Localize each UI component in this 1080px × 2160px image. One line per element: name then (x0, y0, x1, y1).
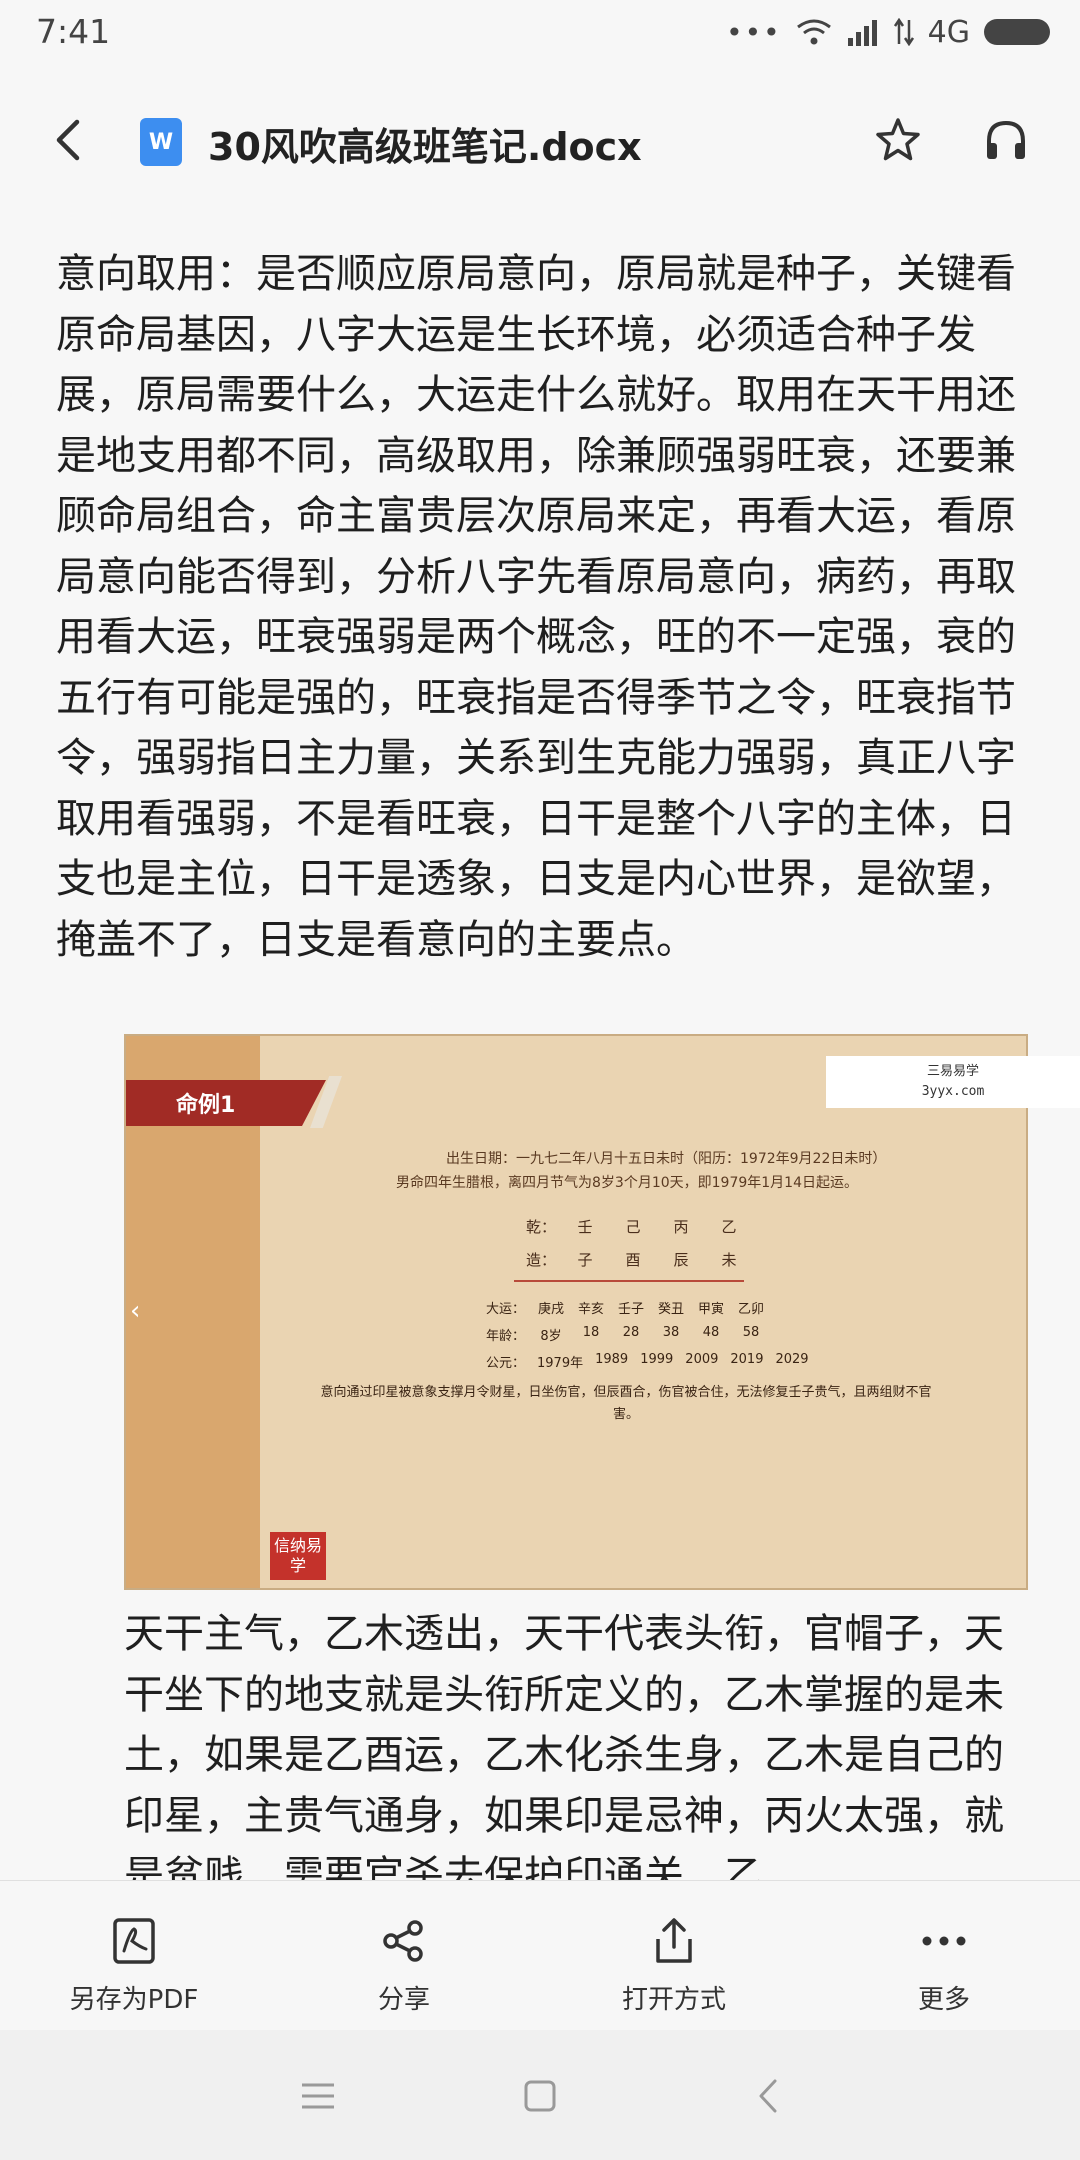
year-cell: 公元： (486, 1356, 526, 1371)
slide-logo: 信纳易学 (270, 1532, 326, 1580)
age-cell: 38 (662, 1325, 680, 1340)
age-cell: 18 (582, 1325, 600, 1340)
stem-cell: 壬 (577, 1218, 593, 1236)
branches-row: 造： 子 酉 辰 未 (526, 1249, 740, 1270)
stem-cell: 乙 (721, 1218, 737, 1236)
system-nav-bar (0, 2030, 1080, 2160)
year-cell: 1979年 (537, 1356, 584, 1371)
slide-luck-start-line: 男命四年生腊根，离四月节气为8岁3个月10天，即1979年1月14日起运。 (396, 1175, 858, 1191)
app-header: W 30风吹高级班笔记.docx (0, 90, 1080, 190)
word-doc-icon: W (140, 118, 182, 166)
year-cell: 1989 (595, 1352, 629, 1367)
year-row: 公元： 1979年 1989 1999 2009 2019 2029 (486, 1352, 809, 1371)
dayun-cell: 大运： (486, 1302, 526, 1317)
share-button[interactable]: 分享 (304, 1915, 504, 2025)
year-cell: 2019 (730, 1352, 764, 1367)
slide-birth-line: 出生日期：一九七二年八月十五日未时（阳历：1972年9月22日未时） (446, 1151, 887, 1167)
square-icon (524, 2080, 556, 2112)
stem-cell: 丙 (673, 1218, 689, 1236)
year-cell: 2009 (685, 1352, 719, 1367)
bottom-toolbar: 另存为PDF 分享 打开方式 更多 (0, 1880, 1080, 2030)
dayun-cell: 壬子 (618, 1302, 645, 1317)
more-dots-icon (918, 1915, 970, 1967)
headphones-icon (987, 120, 1025, 159)
stem-cell: 乾： (526, 1218, 557, 1236)
slide-prev-icon: ‹ (130, 1296, 141, 1326)
age-cell: 48 (702, 1325, 720, 1340)
paragraph: 意向取用：是否顺应原局意向，原局就是种子，关键看原命局基因，八字大运是生长环境，… (56, 251, 1016, 963)
favorite-button[interactable] (872, 112, 924, 168)
year-cell: 1999 (640, 1352, 674, 1367)
branch-cell: 子 (577, 1251, 593, 1269)
luck-pillars-table: 大运： 庚戌 辛亥 壬子 癸丑 甲寅 乙卯 年龄： 8岁 18 28 38 48… (486, 1298, 809, 1379)
slide-divider (514, 1280, 744, 1282)
dayun-cell: 癸丑 (658, 1302, 685, 1317)
status-icons: ••• 4G (726, 14, 1050, 50)
age-cell: 58 (742, 1325, 760, 1340)
slide-banner: 命例1 (126, 1080, 326, 1126)
document-viewer[interactable]: 意向取用：是否顺应原局意向，原局就是种子，关键看原命局基因，八字大运是生长环境，… (0, 230, 1080, 1880)
branch-cell: 造： (526, 1251, 557, 1269)
more-button[interactable]: 更多 (844, 1915, 1044, 2025)
open-with-label: 打开方式 (621, 1985, 726, 2015)
star-icon (876, 118, 920, 161)
share-label: 分享 (377, 1985, 430, 2015)
network-type: 4G (927, 14, 970, 50)
open-with-button[interactable]: 打开方式 (574, 1915, 774, 2025)
slide-note: 意向通过印星被意象支撑月令财星，日坐伤官，但辰酉合，伤官被合住，无法修复壬子贵气… (320, 1385, 932, 1422)
age-cell: 年龄： (486, 1329, 526, 1344)
paragraph: 天干主气，乙木透出，天干代表头衔，官帽子，天干坐下的地支就是头衔所定义的，乙木掌… (124, 1611, 1004, 1880)
save-as-pdf-label: 另存为PDF (69, 1985, 199, 2015)
dayun-row: 大运： 庚戌 辛亥 壬子 癸丑 甲寅 乙卯 (486, 1298, 809, 1317)
status-time: 7:41 (36, 12, 111, 51)
dayun-cell: 乙卯 (738, 1302, 765, 1317)
four-pillars: 乾： 壬 己 丙 乙 造： 子 酉 辰 未 (526, 1216, 740, 1282)
status-bar: 7:41 ••• 4G (0, 0, 1080, 66)
pdf-icon (108, 1915, 160, 1967)
system-back-button[interactable] (740, 2070, 796, 2122)
back-button[interactable] (44, 112, 92, 168)
embedded-slide-image: 命例1 ‹ 出生日期：一九七二年八月十五日未时（阳历：1972年9月22日未时）… (124, 1034, 1028, 1590)
recent-apps-button[interactable] (290, 2070, 346, 2122)
chevron-left-icon (56, 119, 80, 161)
data-transfer-icon (893, 18, 914, 46)
age-cell: 28 (622, 1325, 640, 1340)
watermark-name: 三易易学 (926, 1064, 979, 1079)
signal-icon (847, 20, 877, 46)
more-label: 更多 (917, 1985, 970, 2015)
dayun-cell: 甲寅 (698, 1302, 725, 1317)
upload-icon (648, 1915, 700, 1967)
branch-cell: 辰 (673, 1251, 689, 1269)
listen-button[interactable] (980, 112, 1032, 168)
more-notifications-icon: ••• (726, 15, 782, 49)
home-button[interactable] (512, 2070, 568, 2122)
document-title: 30风吹高级班笔记.docx (208, 125, 642, 169)
watermark: 三易易学 3yyx.com (826, 1056, 1080, 1108)
stem-cell: 己 (625, 1218, 641, 1236)
age-row: 年龄： 8岁 18 28 38 48 58 (486, 1325, 809, 1344)
branch-cell: 酉 (625, 1251, 641, 1269)
dayun-cell: 庚戌 (538, 1302, 565, 1317)
chevron-left-icon (759, 2079, 777, 2113)
stems-row: 乾： 壬 己 丙 乙 (526, 1216, 740, 1237)
share-icon (378, 1915, 430, 1967)
watermark-url: 3yyx.com (921, 1084, 985, 1099)
dayun-cell: 辛亥 (578, 1302, 605, 1317)
branch-cell: 未 (721, 1251, 737, 1269)
year-cell: 2029 (775, 1352, 809, 1367)
age-cell: 8岁 (540, 1329, 562, 1344)
wifi-icon (796, 19, 831, 45)
menu-icon (302, 2083, 334, 2109)
save-as-pdf-button[interactable]: 另存为PDF (34, 1915, 234, 2025)
battery-icon (984, 19, 1050, 45)
